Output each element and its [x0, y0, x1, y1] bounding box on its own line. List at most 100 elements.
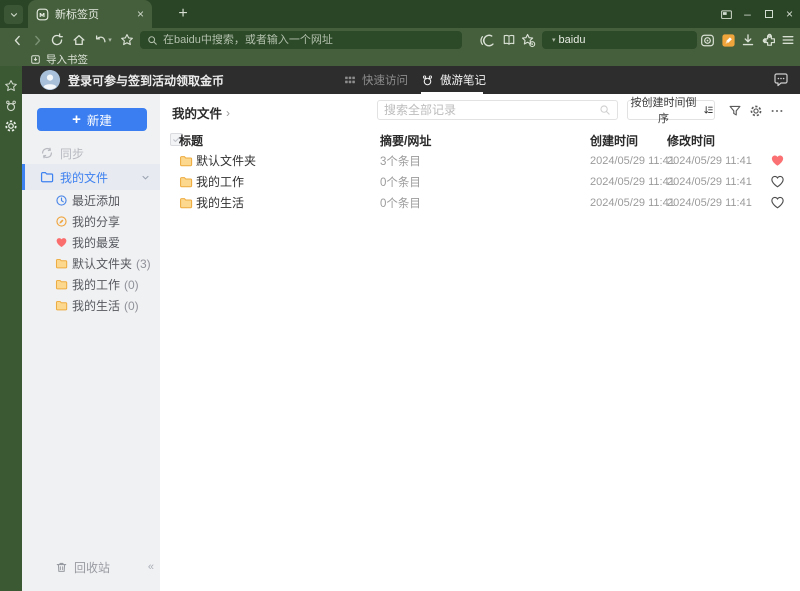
sidebar-item-sync[interactable]: 同步 — [22, 143, 160, 163]
navigation-toolbar: ▾ ▾ — [0, 28, 800, 52]
new-note-label: 新建 — [86, 114, 112, 128]
tab-quick-access[interactable]: 快速访问 — [344, 66, 408, 94]
tab-maxthon-notes[interactable]: 傲游笔记 — [421, 66, 486, 94]
column-header-modified[interactable]: 修改时间 — [667, 130, 715, 150]
address-input[interactable] — [163, 34, 455, 46]
notes-search-input[interactable] — [384, 103, 599, 117]
table-row[interactable]: 我的工作 0个条目 2024/05/29 11:41 2024/05/29 11… — [160, 171, 800, 192]
folder-icon — [40, 170, 54, 184]
notes-search-box[interactable] — [377, 100, 618, 120]
sidebar-item-count: (3) — [136, 256, 151, 271]
titlebar: 新标签页 × + – × — [0, 0, 800, 28]
close-button[interactable]: × — [779, 3, 800, 25]
undo-button[interactable]: ▾ — [90, 30, 116, 50]
row-title: 我的生活 — [196, 196, 245, 210]
settings-gear-icon[interactable] — [748, 103, 763, 118]
column-header-title[interactable]: 标题 — [179, 130, 203, 150]
collapse-sidebar-icon[interactable]: « — [148, 561, 154, 573]
trash-icon — [55, 561, 68, 574]
address-bar[interactable] — [140, 31, 462, 49]
sidebar-item-my-files[interactable]: 我的文件 — [22, 164, 160, 190]
heart-icon — [55, 236, 68, 249]
favorite-heart-icon[interactable] — [770, 171, 785, 192]
maximize-button[interactable] — [758, 3, 779, 25]
sidebar-item-label: 我的生活 — [72, 299, 121, 313]
row-modified: 2024/05/29 11:41 — [667, 175, 752, 188]
reload-button[interactable] — [47, 30, 67, 50]
favorites-star-icon[interactable] — [4, 79, 18, 93]
favorite-heart-icon[interactable] — [770, 150, 785, 171]
search-engine-box[interactable]: ▾ — [542, 31, 701, 49]
new-tab-button[interactable]: + — [172, 3, 194, 25]
table-row[interactable]: 我的生活 0个条目 2024/05/29 11:41 2024/05/29 11… — [160, 192, 800, 213]
back-button[interactable] — [7, 30, 27, 50]
settings-gear-icon[interactable] — [4, 119, 18, 133]
import-bookmarks-button[interactable]: 导入书签 — [30, 52, 88, 66]
maxnote-header: 登录可参与签到活动领取金币 快速访问 傲游笔记 — [22, 66, 800, 94]
home-button[interactable] — [69, 30, 89, 50]
table-header-row: 标题 摘要/网址 创建时间 修改时间 — [160, 130, 800, 150]
maxnote-icon[interactable] — [718, 30, 738, 50]
breadcrumb[interactable]: 我的文件 › — [172, 103, 230, 122]
login-banner[interactable]: 登录可参与签到活动领取金币 — [68, 66, 224, 94]
sidebar-item-label: 我的工作 — [72, 278, 121, 292]
sync-icon — [40, 146, 54, 160]
feedback-bubble-icon[interactable] — [773, 72, 789, 88]
sidebar-item-default-folder[interactable]: 默认文件夹 (3) — [22, 253, 160, 274]
sidebar-item-favorites[interactable]: 我的最爱 — [22, 232, 160, 253]
favorite-star-button[interactable] — [117, 30, 137, 50]
notes-sidebar: + 新建 同步 我的文件 最近添加 我的分享 我的最爱 默认文件夹 (3) 我的… — [22, 94, 160, 591]
more-options-icon[interactable] — [769, 103, 784, 118]
sidebar-item-recent[interactable]: 最近添加 — [22, 190, 160, 211]
search-engine-input[interactable] — [558, 34, 701, 46]
sidebar-item-work-folder[interactable]: 我的工作 (0) — [22, 274, 160, 295]
side-strip — [0, 66, 22, 591]
maxthon-logo-icon — [36, 8, 49, 20]
tab-title: 新标签页 — [55, 9, 99, 21]
row-created: 2024/05/29 11:41 — [590, 196, 675, 209]
minimize-button[interactable]: – — [737, 3, 758, 25]
sort-order-label: 按创建时间倒序 — [630, 97, 697, 125]
favorite-heart-icon[interactable] — [770, 192, 785, 213]
collect-star-gear-icon[interactable] — [518, 30, 538, 50]
window-controls: – × — [716, 0, 800, 28]
search-icon — [148, 35, 157, 45]
forward-button[interactable] — [27, 30, 47, 50]
tab-close-icon[interactable]: × — [137, 8, 144, 20]
breadcrumb-arrow-icon: › — [226, 105, 231, 120]
sidebar-item-shares[interactable]: 我的分享 — [22, 211, 160, 232]
read-aloud-icon[interactable] — [477, 30, 497, 50]
row-created: 2024/05/29 11:41 — [590, 154, 675, 167]
boss-key-icon[interactable] — [716, 3, 737, 25]
column-header-created[interactable]: 创建时间 — [590, 130, 638, 150]
screenshot-camera-icon[interactable] — [697, 30, 717, 50]
share-icon — [55, 215, 68, 228]
maxnote-app: 登录可参与签到活动领取金币 快速访问 傲游笔记 + 新建 同步 我的文件 最近添… — [22, 66, 800, 591]
tab-list-chevron-button[interactable] — [4, 5, 23, 24]
sort-order-button[interactable]: 按创建时间倒序 — [627, 97, 715, 125]
avatar[interactable] — [40, 70, 60, 90]
filter-funnel-icon[interactable] — [727, 103, 742, 118]
column-header-summary[interactable]: 摘要/网址 — [380, 130, 431, 150]
sidebar-item-life-folder[interactable]: 我的生活 (0) — [22, 295, 160, 316]
browser-tab-new-page[interactable]: 新标签页 × — [28, 0, 152, 28]
sidebar-item-recycle-bin[interactable]: 回收站 — [22, 556, 160, 578]
new-note-button[interactable]: + 新建 — [37, 108, 147, 131]
sidebar-item-label: 最近添加 — [72, 194, 121, 208]
undo-dropdown-caret-icon[interactable]: ▾ — [108, 37, 112, 44]
reading-mode-icon[interactable] — [499, 30, 519, 50]
table-row[interactable]: 默认文件夹 3个条目 2024/05/29 11:41 2024/05/29 1… — [160, 150, 800, 171]
tab-maxthon-notes-label: 傲游笔记 — [440, 75, 486, 87]
folder-icon — [55, 299, 68, 312]
main-menu-icon[interactable] — [778, 30, 798, 50]
user-icon — [40, 70, 60, 90]
engine-dropdown-caret-icon[interactable]: ▾ — [552, 37, 556, 44]
maxnote-bee-icon[interactable] — [4, 99, 18, 113]
sidebar-item-count: (0) — [124, 298, 139, 313]
downloads-icon[interactable] — [738, 30, 758, 50]
chevron-down-icon — [10, 12, 17, 17]
row-title: 我的工作 — [196, 175, 245, 189]
extensions-puzzle-icon[interactable] — [759, 30, 779, 50]
folder-icon — [179, 154, 193, 168]
chevron-down-icon[interactable] — [141, 173, 150, 182]
